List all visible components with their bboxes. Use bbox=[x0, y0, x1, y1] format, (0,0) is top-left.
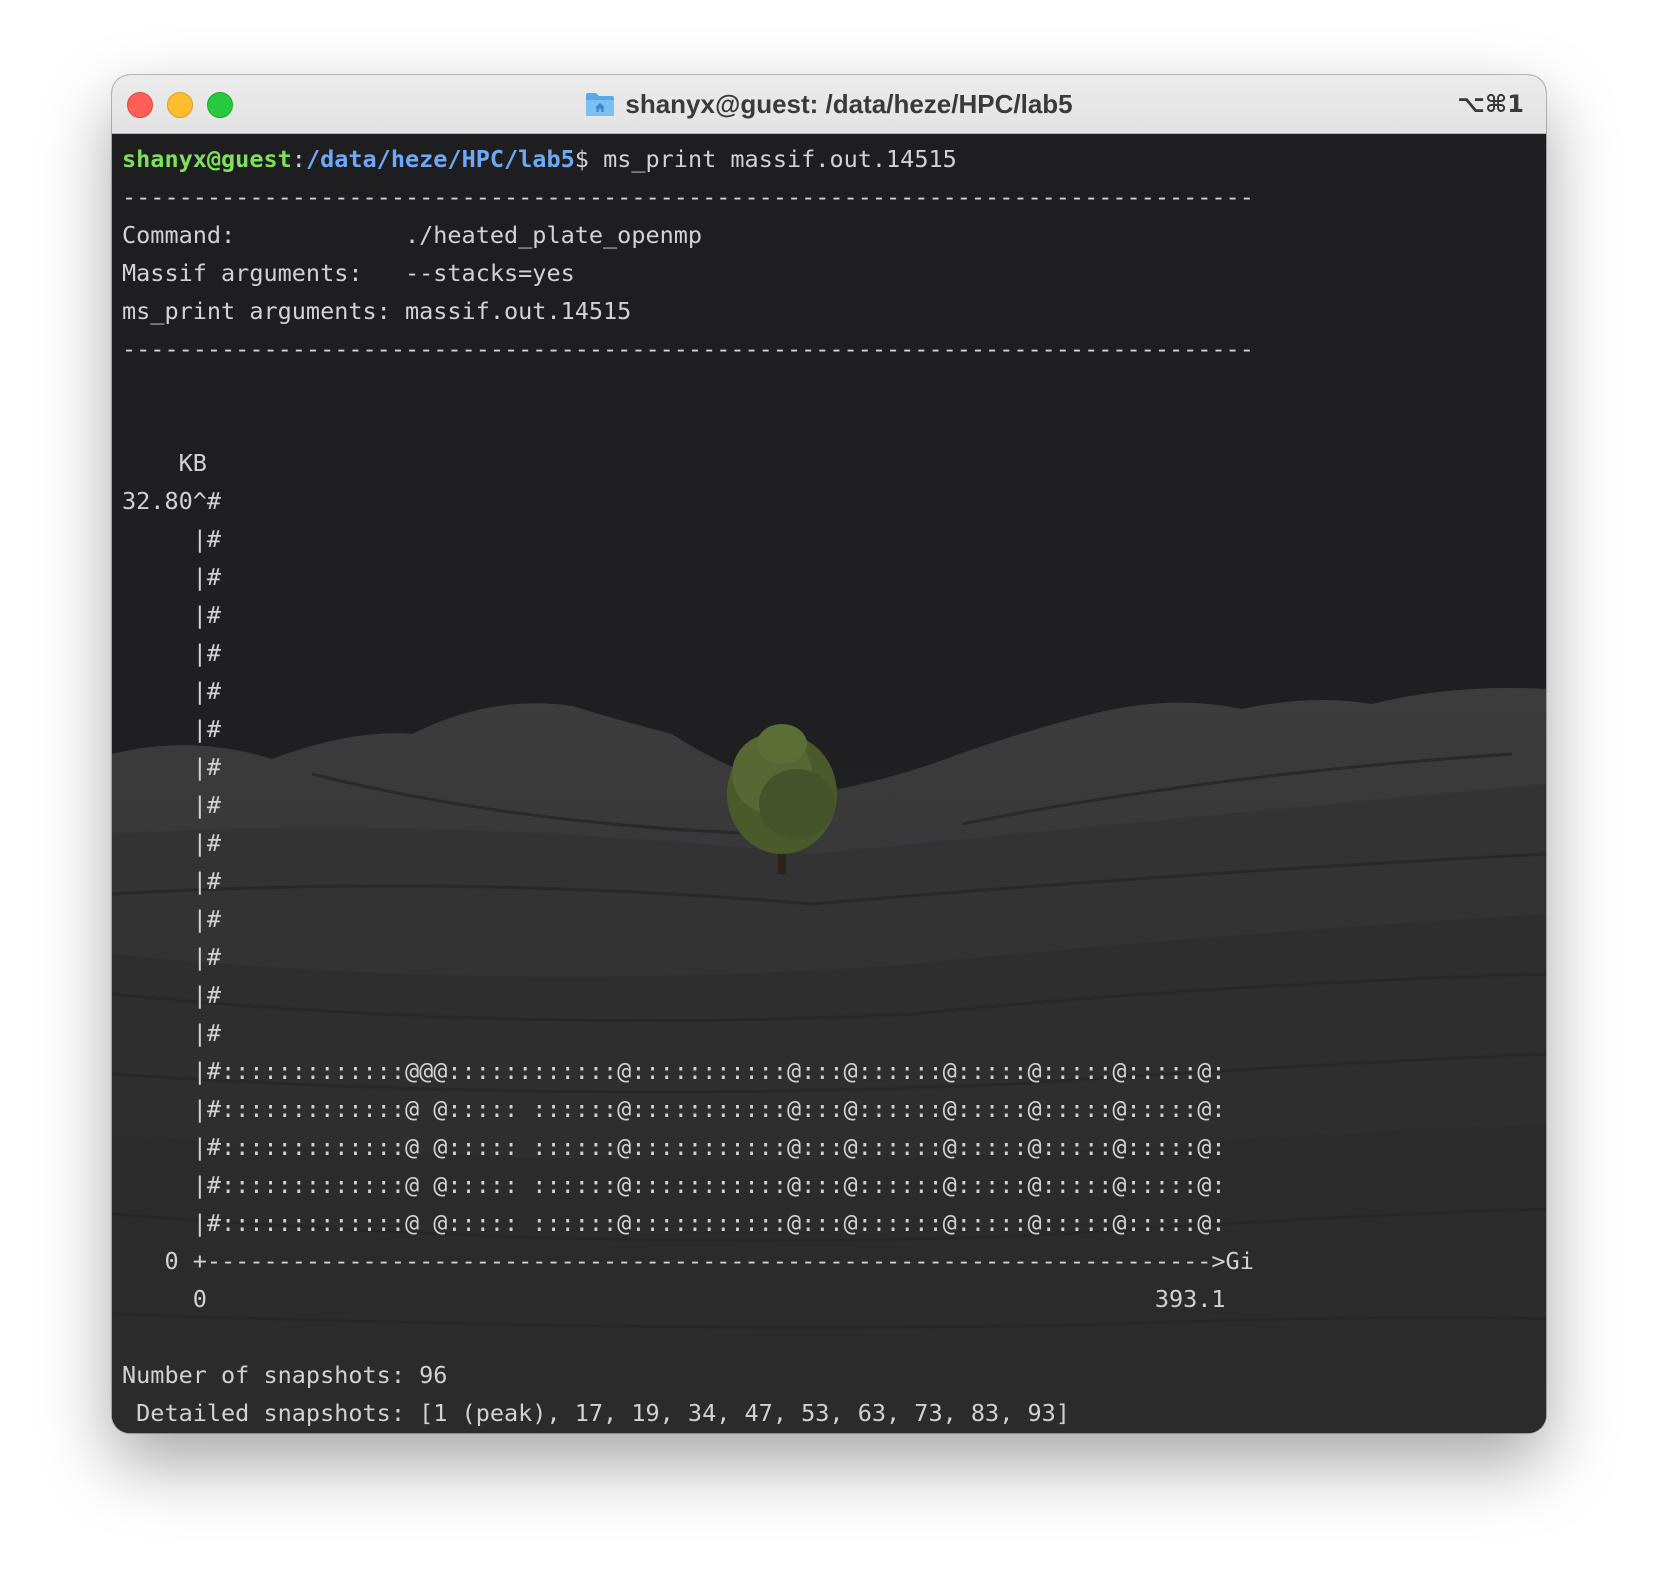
summary-detailed-snapshots: Detailed snapshots: [1 (peak), 17, 19, 3… bbox=[122, 1399, 1070, 1427]
header-line-msprint-args: ms_print arguments: massif.out.14515 bbox=[122, 297, 632, 325]
graph-line: |# bbox=[122, 1019, 222, 1047]
rule-line-top: ----------------------------------------… bbox=[122, 183, 1254, 211]
window-title: shanyx@guest: /data/heze/HPC/lab5 bbox=[625, 88, 1073, 119]
graph-x-axis: 0 +-------------------------------------… bbox=[122, 1247, 1254, 1275]
prompt-line: shanyx@guest:/data/heze/HPC/lab5$ ms_pri… bbox=[122, 140, 1254, 178]
prompt-separator: : bbox=[291, 145, 306, 173]
header-line-command: Command: ./heated_plate_openmp bbox=[122, 221, 703, 249]
graph-line: |#:::::::::::::@ @::::: ::::::@:::::::::… bbox=[122, 1095, 1226, 1123]
graph-line: |#:::::::::::::@ @::::: ::::::@:::::::::… bbox=[122, 1209, 1226, 1237]
terminal-output: shanyx@guest:/data/heze/HPC/lab5$ ms_pri… bbox=[122, 140, 1254, 1432]
graph-line: |#:::::::::::::@ @::::: ::::::@:::::::::… bbox=[122, 1171, 1226, 1199]
graph-line: |# bbox=[122, 829, 222, 857]
graph-line: |# bbox=[122, 753, 222, 781]
graph-line: |# bbox=[122, 601, 222, 629]
graph-line: |#:::::::::::::@@@::::::::::::@:::::::::… bbox=[122, 1057, 1226, 1085]
title-bar[interactable]: shanyx@guest: /data/heze/HPC/lab5 ⌥⌘1 bbox=[112, 75, 1546, 134]
terminal-window: shanyx@guest: /data/heze/HPC/lab5 ⌥⌘1 sh… bbox=[112, 75, 1546, 1433]
graph-x-labels: 0 393.1 bbox=[122, 1285, 1226, 1313]
graph-line: |# bbox=[122, 639, 222, 667]
graph-line: |# bbox=[122, 867, 222, 895]
graph-line: |# bbox=[122, 791, 222, 819]
graph-line: |# bbox=[122, 563, 222, 591]
graph-line: |# bbox=[122, 943, 222, 971]
graph-line: |# bbox=[122, 905, 222, 933]
graph-line: |# bbox=[122, 677, 222, 705]
graph-line: |#:::::::::::::@ @::::: ::::::@:::::::::… bbox=[122, 1133, 1226, 1161]
graph-line: |# bbox=[122, 981, 222, 1009]
graph-line: KB bbox=[122, 449, 207, 477]
prompt-symbol: $ bbox=[574, 145, 589, 173]
prompt-user-host: shanyx@guest bbox=[122, 145, 292, 173]
prompt-command: ms_print massif.out.14515 bbox=[588, 145, 957, 173]
graph-line: |# bbox=[122, 525, 222, 553]
header-line-massif-args: Massif arguments: --stacks=yes bbox=[122, 259, 575, 287]
window-title-container: shanyx@guest: /data/heze/HPC/lab5 bbox=[112, 75, 1546, 133]
summary-snapshots: Number of snapshots: 96 bbox=[122, 1361, 448, 1389]
prompt-path: /data/heze/HPC/lab5 bbox=[305, 145, 575, 173]
rule-line-bottom: ----------------------------------------… bbox=[122, 335, 1254, 363]
home-folder-icon bbox=[586, 93, 615, 116]
terminal-content[interactable]: shanyx@guest:/data/heze/HPC/lab5$ ms_pri… bbox=[112, 134, 1546, 1433]
graph-line: |# bbox=[122, 715, 222, 743]
window-shortcut: ⌥⌘1 bbox=[1457, 90, 1524, 118]
graph-line: 32.80^# bbox=[122, 487, 222, 515]
